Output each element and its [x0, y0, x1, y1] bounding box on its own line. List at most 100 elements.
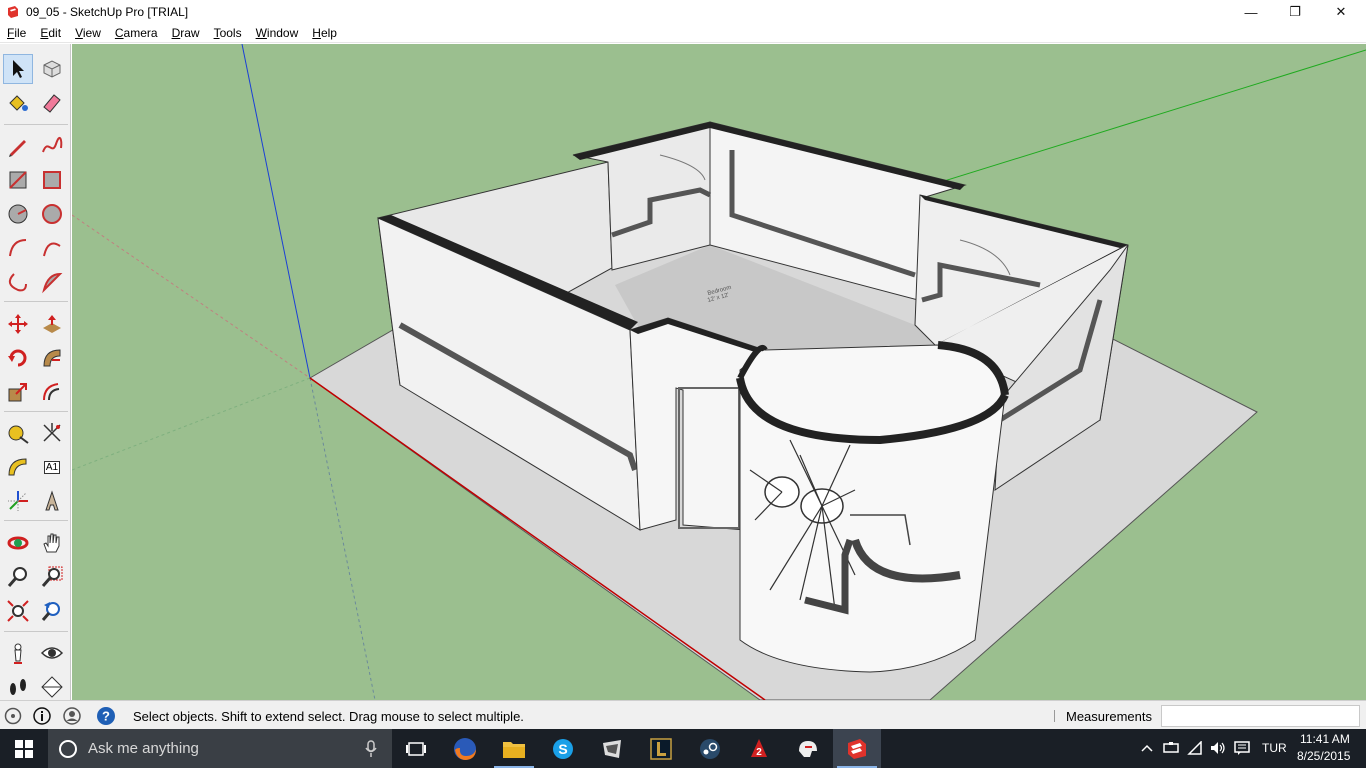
microphone-icon[interactable]: [365, 740, 377, 758]
skype-taskbar-button[interactable]: S: [539, 729, 587, 768]
make-component-button[interactable]: [37, 54, 67, 84]
measurements-input[interactable]: [1161, 705, 1360, 727]
volume-button[interactable]: [1209, 739, 1227, 757]
menu-edit[interactable]: Edit: [33, 26, 68, 40]
task-view-icon: [406, 741, 426, 756]
clock-date[interactable]: 8/25/2015: [1297, 749, 1350, 763]
game-app-icon: [603, 739, 621, 758]
sketchup-icon: [848, 738, 866, 759]
minimize-button[interactable]: —: [1228, 0, 1274, 24]
menu-file[interactable]: File: [0, 26, 33, 40]
credits-button[interactable]: [32, 706, 52, 726]
zoom-tool-button[interactable]: [3, 562, 33, 592]
speaker-icon: [1211, 742, 1225, 754]
tray-app-button[interactable]: [1162, 739, 1180, 757]
menu-window[interactable]: Window: [249, 26, 306, 40]
steam-taskbar-button[interactable]: [686, 729, 734, 768]
file-explorer-taskbar-button[interactable]: [490, 729, 538, 768]
line-tool-button[interactable]: [3, 131, 33, 161]
magnifier-icon: [7, 567, 27, 587]
orbit-tool-button[interactable]: [3, 528, 33, 558]
menu-help[interactable]: Help: [305, 26, 344, 40]
rotate-icon: [8, 349, 27, 367]
close-button[interactable]: ✕: [1318, 0, 1364, 24]
pan-tool-button[interactable]: [37, 528, 67, 558]
freehand-button[interactable]: [37, 131, 67, 161]
clock-time[interactable]: 11:41 AM: [1300, 732, 1350, 746]
section-plane-button[interactable]: [37, 672, 67, 702]
helmet-app-icon: [799, 740, 817, 757]
eye-icon: [40, 647, 64, 659]
rectangle-tool-button[interactable]: [3, 165, 33, 195]
look-around-button[interactable]: [37, 638, 67, 668]
offset-tool-button[interactable]: [37, 377, 67, 407]
model-viewport[interactable]: Bedroom 12' x 12': [72, 44, 1366, 700]
move-tool-button[interactable]: [3, 309, 33, 339]
red-axis-negative: [72, 214, 311, 379]
tray-app-icon: [1163, 742, 1179, 753]
sketchup-taskbar-button[interactable]: [833, 729, 881, 768]
app-8-taskbar-button[interactable]: 2: [735, 729, 783, 768]
pie-tool-button[interactable]: [37, 267, 67, 297]
previous-view-button[interactable]: [37, 596, 67, 626]
zoom-extents-button[interactable]: [3, 596, 33, 626]
push-pull-button[interactable]: [37, 309, 67, 339]
select-arrow-icon: [13, 60, 24, 78]
status-hint-text: Select objects. Shift to extend select. …: [133, 709, 524, 724]
two-point-arc-icon: [43, 242, 61, 257]
select-tool-button[interactable]: [3, 54, 33, 84]
maximize-button[interactable]: ❐: [1272, 0, 1318, 24]
help-icon: ?: [97, 707, 115, 725]
axes-tool-button[interactable]: [3, 486, 33, 516]
task-view-button[interactable]: [392, 729, 440, 768]
large-tool-set-toolbar: A1: [0, 44, 71, 700]
previous-view-icon: [41, 602, 60, 621]
menu-view[interactable]: View: [68, 26, 108, 40]
polygon-tool-button[interactable]: [37, 199, 67, 229]
two-point-arc-button[interactable]: [37, 233, 67, 263]
text-tool-button[interactable]: A1: [37, 452, 67, 482]
app-5-taskbar-button[interactable]: [588, 729, 636, 768]
input-language-indicator[interactable]: TUR: [1262, 741, 1287, 755]
action-center-button[interactable]: [1233, 739, 1251, 757]
rotated-rectangle-button[interactable]: [37, 165, 67, 195]
menu-draw[interactable]: Draw: [165, 26, 207, 40]
network-button[interactable]: [1186, 739, 1204, 757]
instructor-toggle-button[interactable]: ?: [96, 706, 116, 726]
dimension-button[interactable]: [37, 418, 67, 448]
menu-bar: File Edit View Camera Draw Tools Window …: [0, 24, 1366, 43]
move-icon: [8, 314, 28, 334]
geo-location-button[interactable]: [3, 706, 23, 726]
paint-bucket-button[interactable]: [3, 88, 33, 118]
3d-text-button[interactable]: [37, 486, 67, 516]
sketchup-app-icon: [8, 6, 18, 18]
arc-icon: [9, 239, 27, 257]
follow-me-button[interactable]: [37, 343, 67, 373]
rotated-rectangle-icon: [43, 171, 61, 189]
rotate-tool-button[interactable]: [3, 343, 33, 373]
tape-measure-button[interactable]: [3, 418, 33, 448]
firefox-taskbar-button[interactable]: [441, 729, 489, 768]
arc-tool-button[interactable]: [3, 233, 33, 263]
close-icon: ✕: [1335, 4, 1347, 19]
circle-tool-button[interactable]: [3, 199, 33, 229]
pan-hand-icon: [43, 533, 60, 553]
user-sign-in-button[interactable]: [62, 706, 82, 726]
cortana-search-box[interactable]: Ask me anything: [48, 729, 392, 768]
walk-tool-button[interactable]: [3, 672, 33, 702]
menu-camera[interactable]: Camera: [108, 26, 165, 40]
position-camera-button[interactable]: [3, 638, 33, 668]
protractor-button[interactable]: [3, 452, 33, 482]
circle-icon: [8, 204, 28, 224]
show-hidden-icons-button[interactable]: [1138, 739, 1156, 757]
zoom-window-button[interactable]: [37, 562, 67, 592]
three-point-arc-button[interactable]: [3, 267, 33, 297]
model-canvas[interactable]: Bedroom 12' x 12': [72, 44, 1366, 700]
eraser-button[interactable]: [37, 88, 67, 118]
scale-tool-button[interactable]: [3, 377, 33, 407]
menu-tools[interactable]: Tools: [207, 26, 249, 40]
league-of-legends-taskbar-button[interactable]: [637, 729, 685, 768]
start-button[interactable]: [0, 729, 48, 768]
offset-icon: [43, 383, 60, 401]
app-9-taskbar-button[interactable]: [784, 729, 832, 768]
